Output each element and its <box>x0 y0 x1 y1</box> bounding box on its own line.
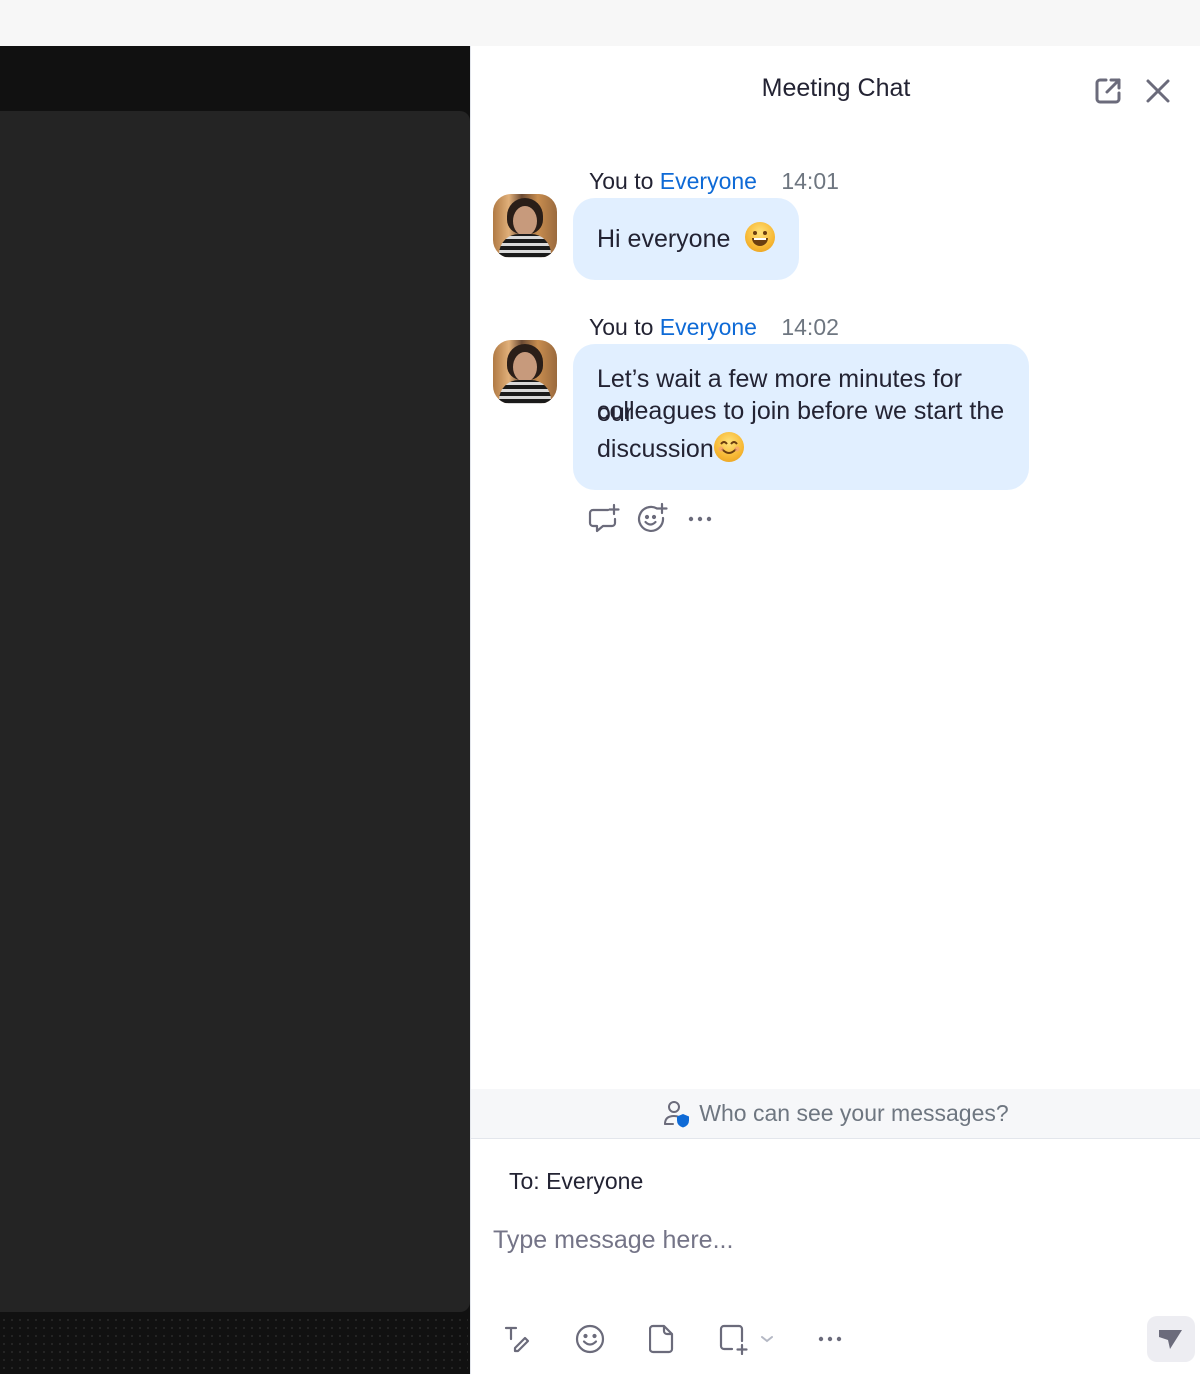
reply-icon <box>588 503 620 533</box>
meeting-chat-panel: Meeting Chat You to Everyone 14:01 Hi ev… <box>470 46 1200 1374</box>
file-icon <box>649 1324 674 1354</box>
pop-out-icon <box>1095 78 1121 104</box>
message-input[interactable] <box>493 1210 1173 1270</box>
to-word: to <box>634 314 654 340</box>
close-chat-button[interactable] <box>1141 74 1175 108</box>
composer-toolbar <box>499 1320 849 1358</box>
message-time: 14:02 <box>781 314 839 340</box>
more-actions-button[interactable] <box>683 502 717 536</box>
avatar[interactable] <box>493 340 557 404</box>
screenshot-icon <box>719 1324 748 1355</box>
more-icon <box>688 516 712 522</box>
format-text-icon <box>504 1326 530 1353</box>
message-text: Hi everyone <box>597 225 731 253</box>
file-button[interactable] <box>643 1320 681 1358</box>
meeting-video-area <box>0 46 470 1374</box>
send-icon <box>1159 1330 1182 1349</box>
emoji-icon <box>575 1324 605 1354</box>
grinning-face-emoji-icon <box>745 222 776 252</box>
reply-button[interactable] <box>587 502 621 536</box>
to-word: to <box>634 168 654 194</box>
avatar[interactable] <box>493 194 557 258</box>
to-label: To: <box>509 1168 540 1194</box>
message-meta: You to Everyone 14:01 <box>589 168 839 195</box>
video-footer-pattern <box>0 1316 468 1374</box>
smiling-face-emoji-icon <box>713 432 744 462</box>
more-icon <box>818 1336 842 1342</box>
message-line: Let’s wait a few more minutes for our <box>597 365 962 427</box>
message-time: 14:01 <box>781 168 839 194</box>
recipient-link[interactable]: Everyone <box>660 314 757 340</box>
recipient-link[interactable]: Everyone <box>660 168 757 194</box>
sender-name: You <box>589 314 628 340</box>
screenshot-button[interactable] <box>715 1320 753 1358</box>
more-tools-button[interactable] <box>811 1320 849 1358</box>
message-bubble: Hi everyone <box>573 198 800 280</box>
sender-name: You <box>589 168 628 194</box>
privacy-prompt[interactable]: Who can see your messages? <box>471 1089 1200 1139</box>
recipient-selector[interactable]: To: Everyone <box>509 1168 643 1195</box>
to-value: Everyone <box>546 1168 644 1194</box>
message-line: colleagues to join before we start the <box>597 397 1005 425</box>
message-line: discussion <box>597 435 714 463</box>
privacy-prompt-text: Who can see your messages? <box>699 1100 1009 1126</box>
send-button[interactable] <box>1147 1316 1195 1362</box>
user-shield-icon <box>664 1100 690 1127</box>
add-reaction-button[interactable] <box>635 502 669 536</box>
format-text-button[interactable] <box>499 1320 537 1358</box>
message-meta: You to Everyone 14:02 <box>589 314 839 341</box>
pop-out-button[interactable] <box>1091 74 1125 108</box>
window-top-bar <box>0 0 1200 47</box>
screenshot-options-button[interactable] <box>753 1320 781 1358</box>
message-bubble: Let’s wait a few more minutes for our co… <box>573 344 1029 490</box>
message-actions <box>587 502 717 536</box>
close-icon <box>1146 79 1170 103</box>
video-panel <box>0 111 470 1312</box>
chevron-down-icon <box>761 1336 773 1343</box>
emoji-button[interactable] <box>571 1320 609 1358</box>
add-reaction-icon <box>637 502 668 533</box>
